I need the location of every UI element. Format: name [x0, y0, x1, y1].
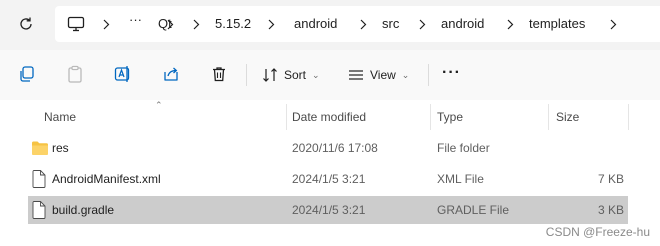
watermark: CSDN @Freeze-hu: [545, 225, 650, 239]
this-pc-icon[interactable]: [67, 15, 85, 33]
paste-icon: [68, 65, 82, 83]
chevron-right-icon[interactable]: [101, 17, 111, 31]
copy-button[interactable]: [18, 65, 36, 83]
column-divider[interactable]: [548, 104, 549, 130]
toolbar-divider: [246, 64, 247, 86]
breadcrumb-item-qt[interactable]: Qt: [158, 16, 172, 31]
file-type: File folder: [437, 141, 490, 155]
more-options-button[interactable]: ···: [442, 64, 461, 82]
toolbar-divider: [428, 64, 429, 86]
trash-icon: [213, 67, 225, 82]
sort-label: Sort: [284, 68, 307, 82]
copy-icon: [20, 66, 34, 82]
file-name: build.gradle: [52, 203, 115, 217]
sort-ascending-icon: ⌃: [155, 100, 163, 110]
file-type: XML File: [437, 172, 484, 186]
view-icon: [349, 70, 363, 80]
address-bar-row: ··· Qt 5.15.2 android src android templa…: [0, 0, 660, 50]
column-divider[interactable]: [628, 104, 629, 130]
refresh-icon: [20, 17, 32, 30]
file-row-res[interactable]: res 2020/11/6 17:08 File folder: [28, 134, 628, 162]
breadcrumb-item-templates[interactable]: templates: [529, 16, 585, 31]
breadcrumb-overflow[interactable]: ···: [129, 12, 142, 27]
breadcrumb-item-version[interactable]: 5.15.2: [215, 16, 251, 31]
file-name: AndroidManifest.xml: [52, 172, 161, 186]
chevron-down-icon: ⌄: [312, 69, 320, 80]
breadcrumb-item-android[interactable]: android: [294, 16, 337, 31]
address-box[interactable]: ··· Qt 5.15.2 android src android templa…: [55, 6, 660, 42]
file-date: 2024/1/5 3:21: [292, 172, 366, 186]
file-type: GRADLE File: [437, 203, 510, 217]
chevron-right-icon[interactable]: [505, 17, 515, 31]
file-row-androidmanifest[interactable]: AndroidManifest.xml 2024/1/5 3:21 XML Fi…: [28, 165, 628, 193]
column-divider[interactable]: [286, 104, 287, 130]
column-name[interactable]: Name: [44, 110, 76, 124]
rename-icon: [114, 66, 130, 82]
breadcrumb-item-android-2[interactable]: android: [441, 16, 484, 31]
column-divider[interactable]: [430, 104, 431, 130]
folder-icon: [32, 141, 48, 155]
share-icon: [164, 67, 178, 81]
chevron-right-icon[interactable]: [266, 17, 276, 31]
command-bar: Sort ⌄ View ⌄ ···: [0, 50, 660, 100]
column-type[interactable]: Type: [437, 110, 463, 124]
view-label: View: [370, 68, 396, 82]
view-button[interactable]: View ⌄: [348, 64, 409, 86]
share-button[interactable]: [162, 65, 180, 83]
file-name: res: [52, 141, 69, 155]
file-icon: [32, 201, 46, 219]
column-date-modified[interactable]: Date modified: [292, 110, 366, 124]
chevron-down-icon: ⌄: [401, 69, 410, 80]
chevron-right-icon[interactable]: [358, 17, 368, 31]
paste-button[interactable]: [66, 65, 84, 83]
breadcrumb-item-src[interactable]: src: [382, 16, 399, 31]
sort-button[interactable]: Sort ⌄: [262, 64, 320, 86]
file-size: 3 KB: [597, 203, 624, 217]
refresh-button[interactable]: [14, 12, 38, 36]
chevron-right-icon[interactable]: [608, 17, 618, 31]
chevron-right-icon[interactable]: [417, 17, 427, 31]
rename-button[interactable]: [114, 65, 132, 83]
column-size[interactable]: Size: [556, 110, 579, 124]
file-icon: [32, 170, 46, 188]
file-date: 2024/1/5 3:21: [292, 203, 366, 217]
column-header-row: ⌃ Name Date modified Type Size: [0, 100, 660, 132]
sort-icon: [263, 68, 277, 82]
file-size: 7 KB: [597, 172, 624, 186]
file-row-build-gradle[interactable]: build.gradle 2024/1/5 3:21 GRADLE File 3…: [28, 196, 628, 224]
delete-button[interactable]: [210, 65, 228, 83]
chevron-right-icon[interactable]: [191, 17, 201, 31]
file-date: 2020/11/6 17:08: [292, 141, 378, 155]
